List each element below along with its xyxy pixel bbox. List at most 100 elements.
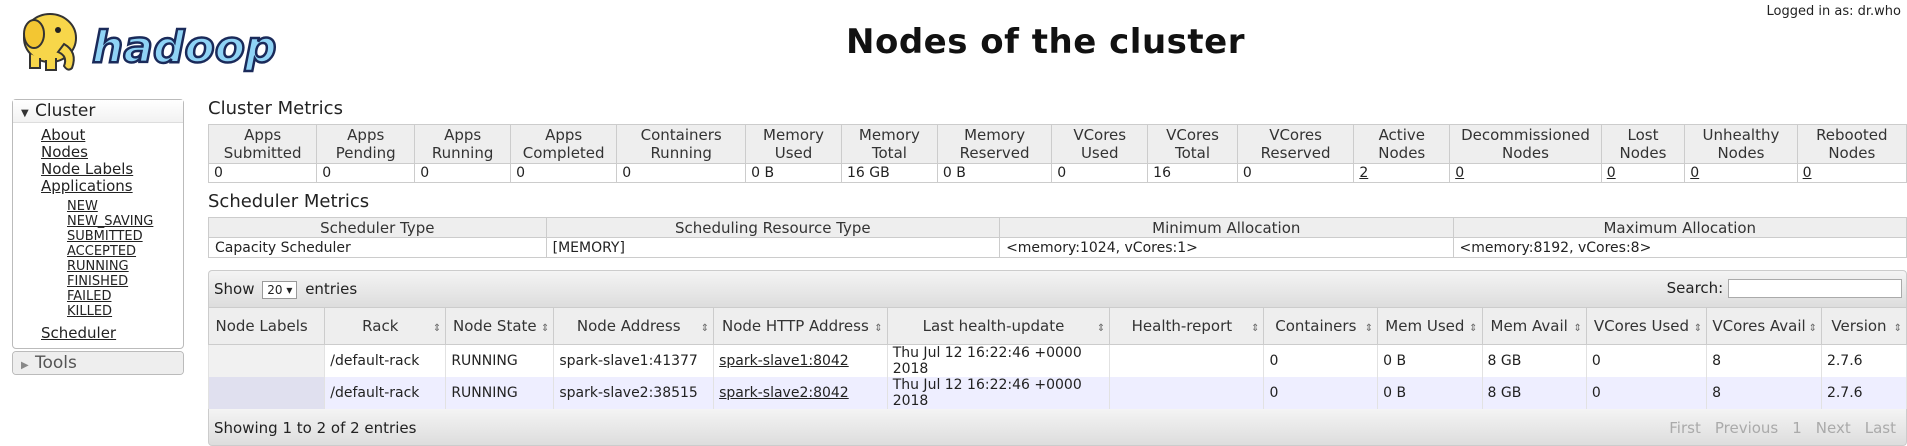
metric-header: Decommissioned Nodes bbox=[1449, 124, 1602, 164]
sort-icon: ⇕ bbox=[1808, 323, 1817, 334]
column-header-label: Node Labels bbox=[215, 317, 308, 335]
metric-header: Unhealthy Nodes bbox=[1684, 124, 1798, 164]
pager-previous[interactable]: Previous bbox=[1715, 419, 1778, 437]
table-cell: 0 B bbox=[1377, 344, 1483, 377]
column-header-label: Version bbox=[1831, 317, 1887, 335]
column-header[interactable]: Health-report ⇕ bbox=[1109, 307, 1265, 345]
column-header[interactable]: Rack ⇕ bbox=[324, 307, 447, 345]
scheduler-header: Scheduling Resource Type bbox=[545, 217, 1001, 238]
metric-header: VCores Used bbox=[1051, 124, 1149, 164]
sort-icon: ⇕ bbox=[874, 323, 883, 334]
sort-icon: ⇕ bbox=[1573, 323, 1582, 334]
table-cell: Thu Jul 12 16:22:46 +0000 2018 bbox=[886, 377, 1111, 409]
table-cell bbox=[1109, 377, 1265, 409]
app-state-killed[interactable]: KILLED bbox=[67, 304, 183, 319]
table-cell: 0 bbox=[1585, 377, 1708, 409]
app-state-submitted[interactable]: SUBMITTED bbox=[67, 229, 183, 244]
metric-link[interactable]: 0 bbox=[1455, 165, 1464, 181]
table-cell: Thu Jul 12 16:22:46 +0000 2018 bbox=[886, 344, 1111, 377]
column-header[interactable]: Node Labels bbox=[207, 307, 326, 345]
metric-value: 0 bbox=[510, 163, 618, 183]
page-title: Nodes of the cluster bbox=[846, 22, 1245, 62]
metric-header: VCores Total bbox=[1147, 124, 1238, 164]
metric-value: 16 GB bbox=[840, 163, 938, 183]
metric-value: 0 bbox=[1684, 163, 1798, 183]
table-cell: spark-slave2:38515 bbox=[553, 377, 715, 409]
pager-last[interactable]: Last bbox=[1865, 419, 1896, 437]
sidebar-link-about[interactable]: About bbox=[41, 127, 183, 144]
sort-icon: ⇕ bbox=[700, 323, 710, 334]
table-cell bbox=[1109, 344, 1265, 377]
scheduler-value: [MEMORY] bbox=[545, 237, 1001, 258]
metric-value: 2 bbox=[1353, 163, 1451, 183]
metric-value: 0 bbox=[414, 163, 512, 183]
tools-panel: ▶ Tools bbox=[12, 351, 184, 375]
table-cell: spark-slave1:8042 bbox=[713, 344, 888, 377]
app-state-finished[interactable]: FINISHED bbox=[67, 274, 183, 289]
search-label: Search: bbox=[1666, 279, 1724, 297]
sidebar-link-node-labels[interactable]: Node Labels bbox=[41, 161, 183, 178]
pager-first[interactable]: First bbox=[1669, 419, 1701, 437]
column-header[interactable]: Version ⇕ bbox=[1820, 307, 1907, 345]
metric-header: VCores Reserved bbox=[1236, 124, 1355, 164]
metric-link[interactable]: 0 bbox=[1690, 165, 1699, 181]
table-info: Showing 1 to 2 of 2 entries bbox=[214, 419, 417, 437]
cluster-panel: ▼ Cluster About Nodes Node Labels Applica… bbox=[12, 99, 184, 349]
login-status: Logged in as: dr.who bbox=[1766, 4, 1901, 19]
table-cell: 0 bbox=[1263, 377, 1379, 409]
sort-icon: ⇕ bbox=[432, 323, 442, 334]
metric-value: 0 bbox=[1449, 163, 1602, 183]
column-header[interactable]: Node Address ⇕ bbox=[553, 307, 715, 345]
sidebar-link-nodes[interactable]: Nodes bbox=[41, 144, 183, 161]
table-cell: spark-slave1:41377 bbox=[553, 344, 715, 377]
page-size-select[interactable]: 20 ▾ bbox=[262, 281, 298, 299]
tools-header[interactable]: ▶ Tools bbox=[13, 352, 183, 374]
table-cell: 0 bbox=[1263, 344, 1379, 377]
column-header[interactable]: VCores Avail ⇕ bbox=[1706, 307, 1822, 345]
pager-1[interactable]: 1 bbox=[1792, 419, 1802, 437]
table-cell: RUNNING bbox=[445, 344, 555, 377]
table-cell: 8 GB bbox=[1481, 377, 1587, 409]
column-header-label: Containers bbox=[1275, 317, 1357, 335]
table-cell: 0 bbox=[1585, 344, 1708, 377]
column-header-label: Mem Used bbox=[1385, 317, 1465, 335]
metric-value: 0 bbox=[207, 163, 318, 183]
metric-link[interactable]: 2 bbox=[1359, 165, 1368, 181]
metric-value: 0 bbox=[1051, 163, 1149, 183]
app-state-new[interactable]: NEW bbox=[67, 199, 183, 214]
triangle-down-icon: ▼ bbox=[21, 108, 29, 119]
app-state-new-saving[interactable]: NEW_SAVING bbox=[67, 214, 183, 229]
column-header[interactable]: VCores Used ⇕ bbox=[1585, 307, 1708, 345]
metric-link[interactable]: 0 bbox=[1607, 165, 1616, 181]
metric-header: Memory Used bbox=[745, 124, 842, 164]
sidebar-link-applications[interactable]: Applications bbox=[41, 178, 183, 195]
app-state-accepted[interactable]: ACCEPTED bbox=[67, 244, 183, 259]
nodes-panel: Show 20 ▾ entries Search: Node Labels Rac… bbox=[207, 270, 1907, 446]
column-header[interactable]: Mem Avail ⇕ bbox=[1481, 307, 1587, 345]
sort-icon: ⇕ bbox=[540, 323, 550, 334]
table-row: /default-rack RUNNING spark-slave1:41377 sp… bbox=[207, 344, 1907, 377]
column-header-label: Mem Avail bbox=[1490, 317, 1568, 335]
column-header[interactable]: Containers ⇕ bbox=[1263, 307, 1379, 345]
sidebar-link-scheduler[interactable]: Scheduler bbox=[41, 325, 183, 342]
column-header[interactable]: Last health-update ⇕ bbox=[886, 307, 1111, 345]
metric-header: Apps Submitted bbox=[207, 124, 318, 164]
node-http-link[interactable]: spark-slave2:8042 bbox=[719, 385, 849, 401]
scheduler-header: Maximum Allocation bbox=[1452, 217, 1907, 238]
metric-value: 0 B bbox=[936, 163, 1053, 183]
app-state-running[interactable]: RUNNING bbox=[67, 259, 183, 274]
column-header[interactable]: Node State ⇕ bbox=[445, 307, 555, 345]
pager-next[interactable]: Next bbox=[1816, 419, 1851, 437]
pagination: First Previous 1 Next Last bbox=[1655, 419, 1896, 437]
app-state-failed[interactable]: FAILED bbox=[67, 289, 183, 304]
column-header[interactable]: Node HTTP Address ⇕ bbox=[713, 307, 888, 345]
metric-header: Apps Pending bbox=[316, 124, 416, 164]
cluster-header[interactable]: ▼ Cluster bbox=[13, 100, 183, 123]
sidebar: ▼ Cluster About Nodes Node Labels Applica… bbox=[12, 99, 184, 375]
metric-link[interactable]: 0 bbox=[1803, 165, 1812, 181]
column-header[interactable]: Mem Used ⇕ bbox=[1377, 307, 1483, 345]
search-input[interactable] bbox=[1728, 279, 1902, 298]
scheduler-metrics-title: Scheduler Metrics bbox=[208, 191, 370, 212]
node-http-link[interactable]: spark-slave1:8042 bbox=[719, 353, 849, 369]
table-cell: 2.7.6 bbox=[1820, 377, 1907, 409]
